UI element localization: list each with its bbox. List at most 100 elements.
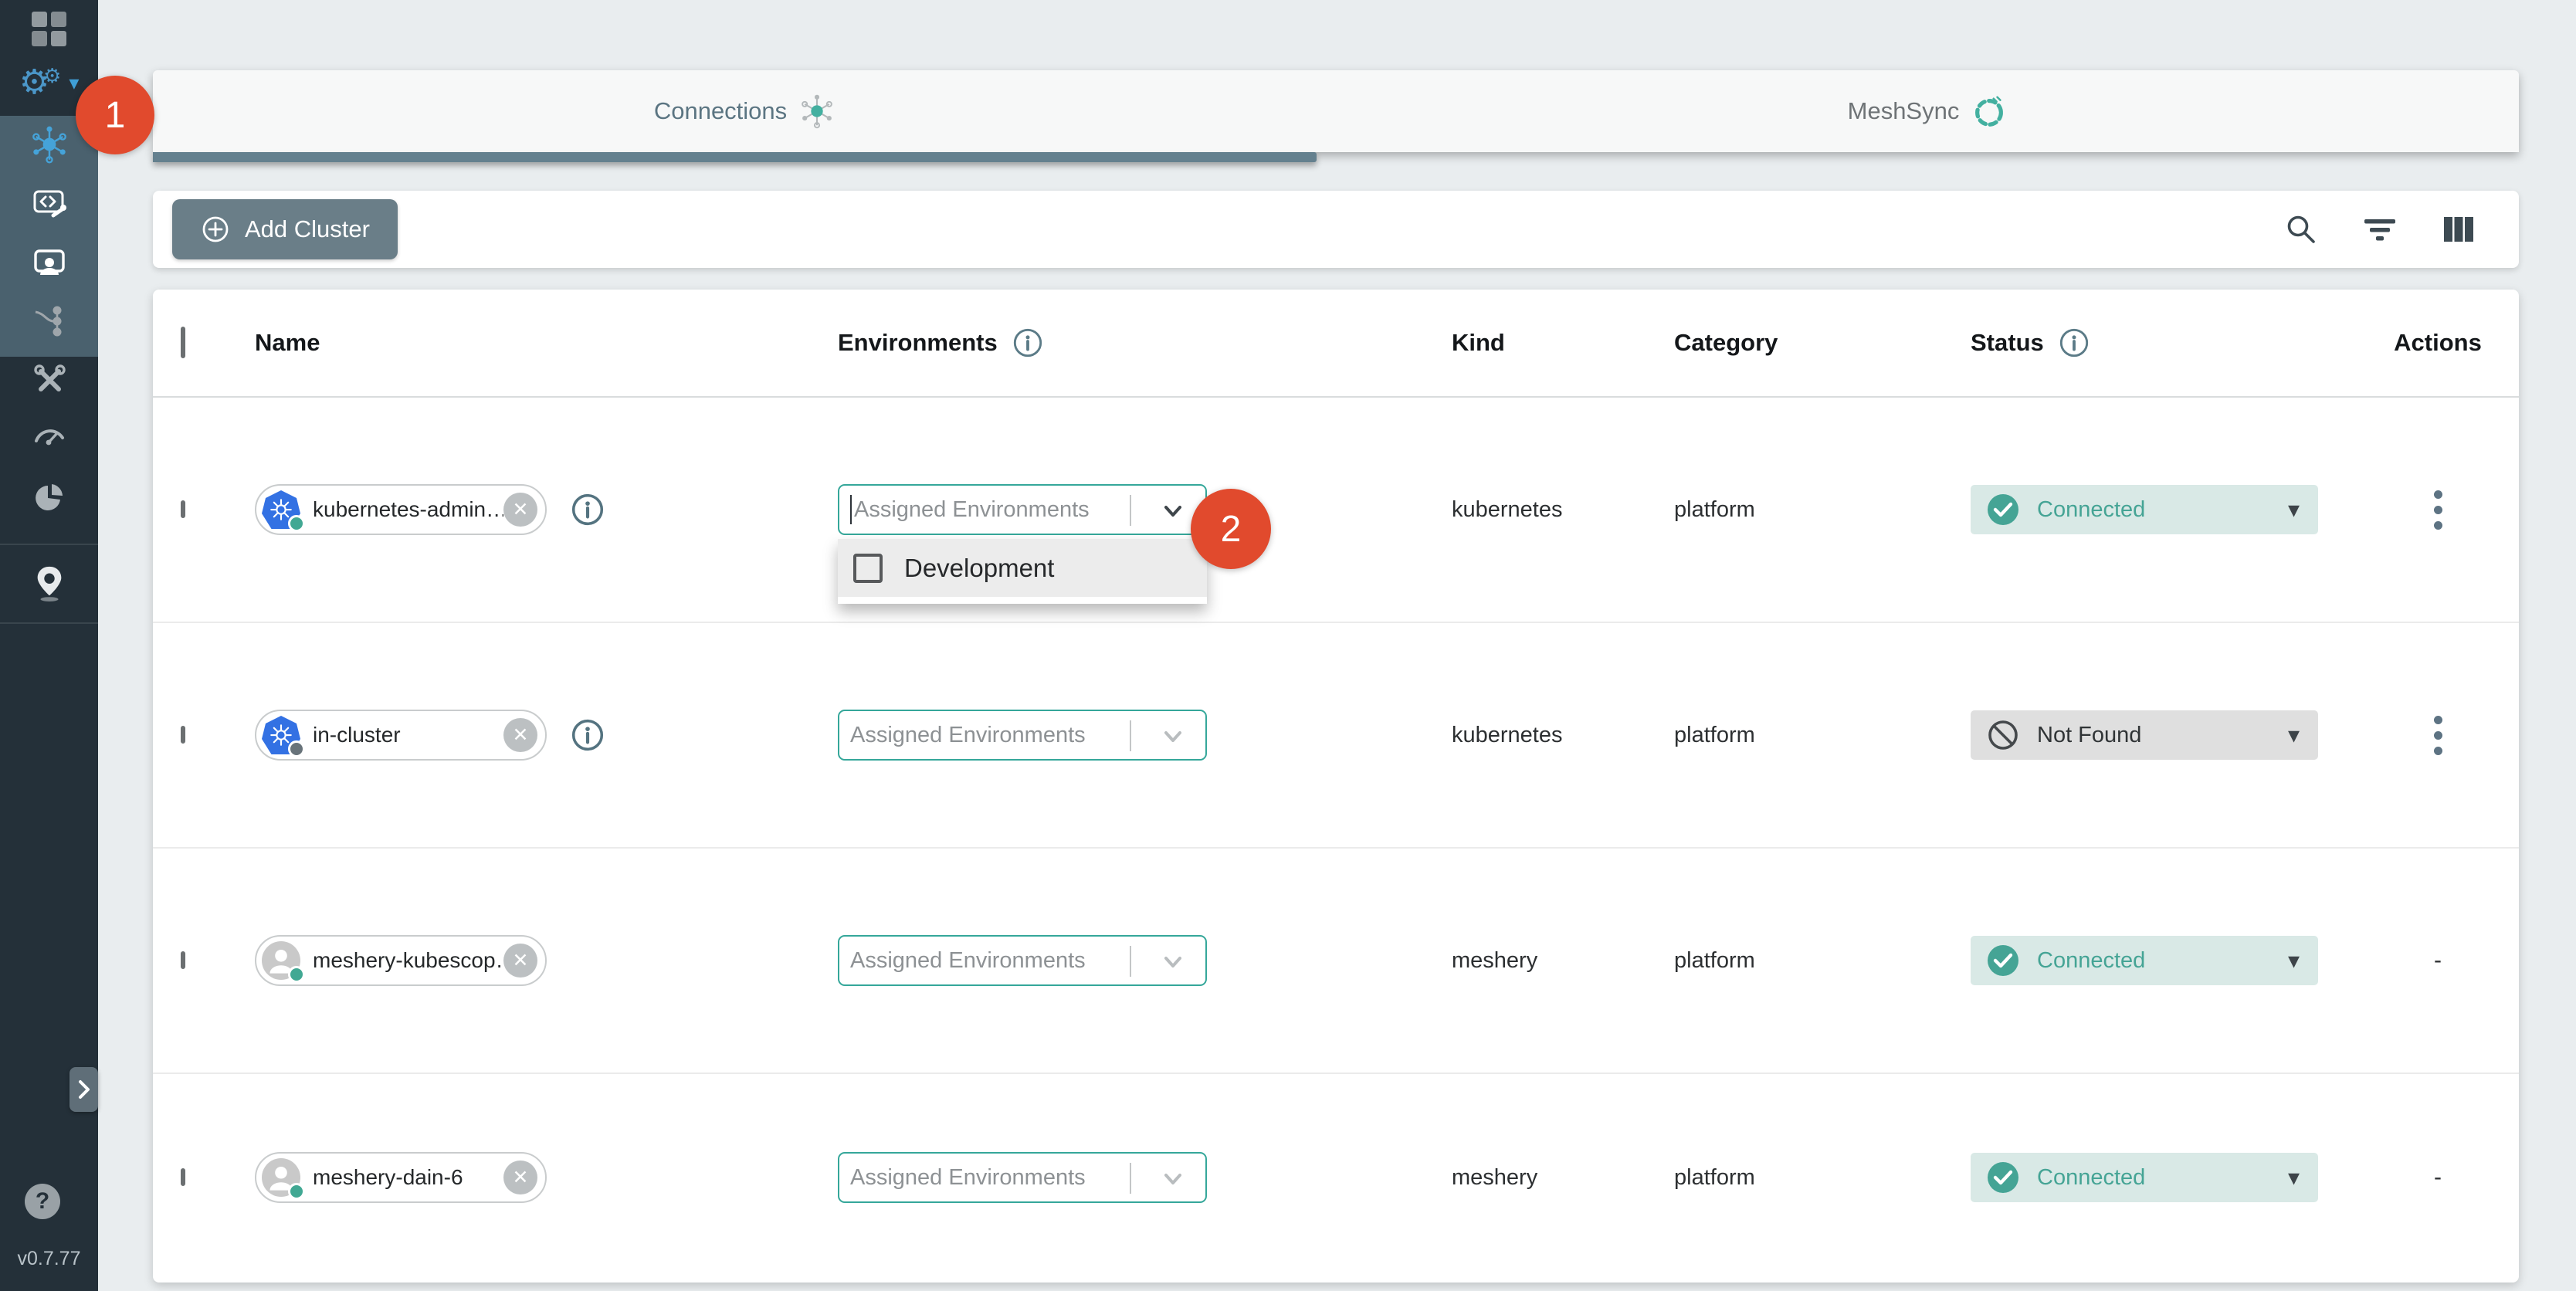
meshery-avatar — [262, 1158, 300, 1197]
chevron-down-icon: ▾ — [69, 73, 79, 93]
sidebar-item-configuration[interactable] — [0, 353, 98, 407]
table-row: meshery-dain-6 ✕ Assigned Environments m… — [153, 1074, 2519, 1281]
view-columns-icon[interactable] — [2441, 212, 2476, 247]
kind-value: kubernetes — [1452, 497, 1674, 523]
status-dot — [288, 966, 305, 983]
info-icon[interactable] — [570, 492, 605, 527]
connection-chip[interactable]: kubernetes-admin… ✕ — [255, 484, 547, 535]
chevron-down-icon[interactable] — [1161, 1167, 1185, 1191]
info-icon[interactable] — [570, 717, 605, 753]
meshery-avatar — [262, 941, 300, 980]
tab-bar: Connections MeshSync — [153, 70, 2519, 152]
chevron-down-icon[interactable] — [1161, 724, 1185, 749]
tab-meshsync[interactable]: MeshSync — [1336, 70, 2519, 152]
sidebar-item-dashboard[interactable] — [0, 2, 98, 56]
environments-placeholder: Assigned Environments — [850, 948, 1086, 974]
column-header-environments[interactable]: Environments — [838, 329, 998, 357]
kebab-menu-button[interactable] — [2429, 486, 2447, 534]
connection-name: in-cluster — [300, 723, 503, 747]
category-value: platform — [1674, 723, 1971, 748]
environments-select[interactable]: Assigned Environments — [838, 935, 1207, 986]
remove-connection-icon[interactable]: ✕ — [503, 1161, 537, 1194]
check-circle-icon — [1986, 493, 2020, 527]
toolbar-card: Add Cluster — [153, 191, 2519, 268]
caret-down-icon: ▾ — [2288, 496, 2300, 524]
active-tab-indicator — [153, 152, 1317, 162]
environments-select[interactable]: Assigned Environments — [838, 710, 1207, 761]
branch-nodes-icon — [31, 303, 68, 340]
category-value: platform — [1674, 1165, 1971, 1191]
connections-table: Name Environments Kind Category Status — [153, 290, 2519, 1283]
sidebar: ⚙⚙ ▾ — [0, 0, 98, 1291]
help-button[interactable]: ? — [25, 1184, 60, 1219]
chevron-right-icon — [76, 1078, 93, 1101]
tab-meshsync-label: MeshSync — [1848, 97, 1960, 125]
sidebar-item-performance[interactable] — [0, 407, 98, 461]
no-actions-dash: - — [2434, 1164, 2442, 1191]
remove-connection-icon[interactable]: ✕ — [503, 718, 537, 752]
status-select[interactable]: Connected ▾ — [1971, 936, 2318, 985]
sidebar-divider — [0, 544, 98, 545]
column-header-category[interactable]: Category — [1674, 329, 1971, 357]
environments-placeholder: Assigned Environments — [854, 497, 1090, 523]
search-icon[interactable] — [2283, 212, 2319, 247]
sidebar-item-extensions[interactable] — [0, 471, 98, 525]
connection-chip[interactable]: meshery-dain-6 ✕ — [255, 1152, 547, 1203]
row-checkbox[interactable] — [181, 726, 185, 744]
column-header-kind[interactable]: Kind — [1452, 329, 1674, 357]
select-divider — [1130, 1163, 1131, 1194]
info-icon[interactable] — [1012, 327, 1044, 359]
status-label: Connected — [2037, 1165, 2271, 1191]
table-row: kubernetes-admin… ✕ Assigned Environment… — [153, 398, 2519, 623]
environment-option-label[interactable]: Development — [904, 554, 1054, 583]
row-checkbox[interactable] — [181, 1168, 185, 1186]
no-actions-dash: - — [2434, 947, 2442, 974]
chevron-down-icon[interactable] — [1161, 950, 1185, 974]
kind-value: meshery — [1452, 1165, 1674, 1191]
table-header-row: Name Environments Kind Category Status — [153, 290, 2519, 398]
sidebar-item-operator[interactable] — [0, 235, 98, 290]
environment-option-checkbox[interactable] — [853, 554, 883, 583]
chevron-down-icon[interactable] — [1161, 499, 1185, 524]
add-cluster-button[interactable]: Add Cluster — [172, 199, 398, 259]
remove-connection-icon[interactable]: ✕ — [503, 944, 537, 978]
environments-select[interactable]: Assigned Environments — [838, 1152, 1207, 1203]
sidebar-expand-button[interactable] — [69, 1067, 98, 1112]
kind-value: meshery — [1452, 948, 1674, 974]
connection-chip[interactable]: meshery-kubescop… ✕ — [255, 935, 547, 986]
status-label: Not Found — [2037, 723, 2271, 748]
select-divider — [1130, 720, 1131, 751]
connection-name: kubernetes-admin… — [300, 497, 503, 522]
row-checkbox[interactable] — [181, 951, 185, 969]
select-all-checkbox[interactable] — [181, 327, 185, 358]
status-select[interactable]: Connected ▾ — [1971, 1153, 2318, 1202]
info-icon[interactable] — [2058, 327, 2090, 359]
filter-icon[interactable] — [2362, 212, 2398, 247]
status-select[interactable]: Not Found ▾ — [1971, 710, 2318, 760]
column-header-name[interactable]: Name — [255, 329, 838, 357]
pie-icon — [31, 479, 68, 517]
speedometer-icon — [31, 415, 68, 452]
connection-chip[interactable]: in-cluster ✕ — [255, 710, 547, 761]
table-tools — [2283, 191, 2476, 268]
sidebar-item-location[interactable] — [0, 556, 98, 610]
column-header-status[interactable]: Status — [1971, 329, 2044, 357]
connection-name: meshery-kubescop… — [300, 948, 503, 973]
caret-down-icon: ▾ — [2288, 1164, 2300, 1191]
check-circle-icon — [1986, 1161, 2020, 1194]
kebab-menu-button[interactable] — [2429, 711, 2447, 760]
table-row: meshery-kubescop… ✕ Assigned Environment… — [153, 849, 2519, 1074]
sidebar-item-service-mesh[interactable] — [0, 294, 98, 348]
column-header-actions[interactable]: Actions — [2357, 329, 2519, 357]
tab-connections[interactable]: Connections — [153, 70, 1336, 152]
meshery-app: ⚙⚙ ▾ — [0, 0, 2576, 1291]
kubernetes-avatar — [262, 716, 300, 754]
annotation-step-2-badge: 2 — [1191, 489, 1271, 569]
remove-connection-icon[interactable]: ✕ — [503, 493, 537, 527]
environments-select[interactable]: Assigned Environments — [838, 484, 1207, 535]
tab-connections-label: Connections — [654, 97, 787, 125]
environments-placeholder: Assigned Environments — [850, 723, 1086, 748]
status-select[interactable]: Connected ▾ — [1971, 485, 2318, 534]
sidebar-item-adapters[interactable] — [0, 176, 98, 230]
row-checkbox[interactable] — [181, 500, 185, 518]
